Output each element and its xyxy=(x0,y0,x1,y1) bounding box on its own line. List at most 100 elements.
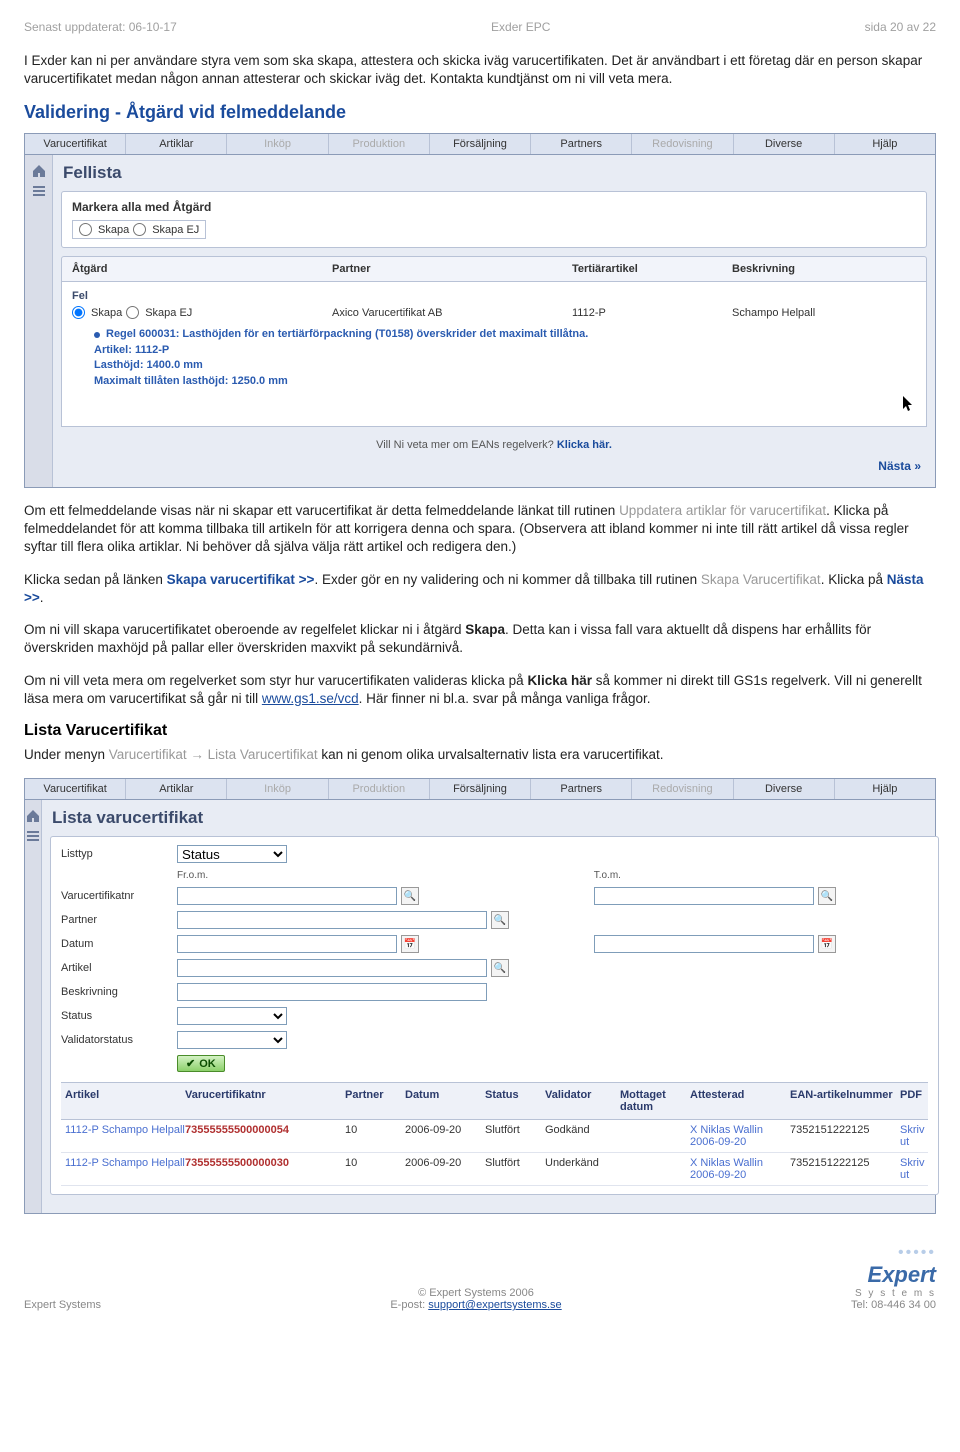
lbl-listtyp: Listtyp xyxy=(61,848,171,860)
rh-pdf[interactable]: PDF xyxy=(900,1089,924,1113)
para2: Klicka sedan på länken Skapa varucertifi… xyxy=(24,571,936,607)
list-icon[interactable] xyxy=(31,183,47,197)
input-datum-from[interactable] xyxy=(177,935,397,953)
radio-row-skapa[interactable] xyxy=(72,306,85,319)
para4: Om ni vill veta mera om regelverket som … xyxy=(24,672,936,708)
lbl-artikel: Artikel xyxy=(61,962,171,974)
input-artikel[interactable] xyxy=(177,959,487,977)
menu-hjälp[interactable]: Hjälp xyxy=(835,779,935,799)
menu-partners[interactable]: Partners xyxy=(531,134,632,154)
header-left: Senast uppdaterat: 06-10-17 xyxy=(24,20,177,34)
footer-copyright: © Expert Systems 2006 xyxy=(101,1287,851,1299)
section-validering-title: Validering - Åtgärd vid felmeddelande xyxy=(24,102,936,123)
lbl-partner: Partner xyxy=(61,914,171,926)
logo: ••••• Expert S y s t e m s xyxy=(851,1244,936,1299)
menu-diverse[interactable]: Diverse xyxy=(734,134,835,154)
menu-varucertifikat[interactable]: Varucertifikat xyxy=(25,779,126,799)
gs1-link[interactable]: www.gs1.se/vcd xyxy=(262,691,359,706)
input-vcn-from[interactable] xyxy=(177,887,397,905)
search-icon[interactable]: 🔍 xyxy=(818,887,836,905)
radio-skapa-all-label: Skapa xyxy=(98,224,129,236)
input-besk[interactable] xyxy=(177,983,487,1001)
radio-skapaej-all[interactable] xyxy=(133,223,146,236)
menu-varucertifikat[interactable]: Varucertifikat xyxy=(25,134,126,154)
home-icon[interactable] xyxy=(31,163,47,177)
intro-paragraph: I Exder kan ni per användare styra vem s… xyxy=(24,52,936,88)
fel-label: Fel xyxy=(72,290,916,302)
header-center: Exder EPC xyxy=(491,20,550,34)
menu-diverse[interactable]: Diverse xyxy=(734,779,835,799)
menu-hjälp[interactable]: Hjälp xyxy=(835,134,935,154)
cell-date: 2006-09-20 xyxy=(405,1157,485,1181)
lbl-besk: Beskrivning xyxy=(61,986,171,998)
cell-att: X Niklas Wallin 2006-09-20 xyxy=(690,1157,790,1181)
menu-redovisning: Redovisning xyxy=(632,779,733,799)
home-icon-2[interactable] xyxy=(25,808,41,822)
cell-vcn[interactable]: 73555555500000054 xyxy=(185,1124,345,1148)
cell-art[interactable]: 1112-P Schampo Helpall xyxy=(65,1124,185,1148)
search-icon[interactable]: 🔍 xyxy=(491,959,509,977)
input-vcn-to[interactable] xyxy=(594,887,814,905)
input-partner[interactable] xyxy=(177,911,487,929)
cell-date: 2006-09-20 xyxy=(405,1124,485,1148)
menu-försäljning[interactable]: Försäljning xyxy=(430,779,531,799)
footer-question: Vill Ni veta mer om EANs regelverk? xyxy=(376,439,554,451)
select-valstat[interactable] xyxy=(177,1031,287,1049)
sidebar-2 xyxy=(25,800,42,1213)
table-row: 1112-P Schampo Helpall735555555000000301… xyxy=(61,1153,928,1186)
footer-email-link[interactable]: support@expertsystems.se xyxy=(428,1299,561,1311)
ok-button[interactable]: ✔ OK xyxy=(177,1055,225,1072)
select-listtyp[interactable]: Status xyxy=(177,845,287,863)
calendar-icon[interactable]: 📅 xyxy=(818,935,836,953)
menu-försäljning[interactable]: Försäljning xyxy=(430,134,531,154)
rh-date[interactable]: Datum xyxy=(405,1089,485,1113)
col-besk: Beskrivning xyxy=(732,263,916,275)
rh-art[interactable]: Artikel xyxy=(65,1089,185,1113)
klicka-har-link[interactable]: Klicka här. xyxy=(557,439,612,451)
select-status[interactable] xyxy=(177,1007,287,1025)
cell-vcn[interactable]: 73555555500000030 xyxy=(185,1157,345,1181)
search-icon[interactable]: 🔍 xyxy=(491,911,509,929)
menu-artiklar[interactable]: Artiklar xyxy=(126,134,227,154)
rh-ean[interactable]: EAN-artikelnummer xyxy=(790,1089,900,1113)
para1: Om ett felmeddelande visas när ni skapar… xyxy=(24,502,936,557)
menu-artiklar[interactable]: Artiklar xyxy=(126,779,227,799)
header-right: sida 20 av 22 xyxy=(865,20,936,34)
cell-partner: Axico Varucertifikat AB xyxy=(332,307,572,319)
menu-partners[interactable]: Partners xyxy=(531,779,632,799)
lbl-tom: T.o.m. xyxy=(594,870,621,881)
nasta-link[interactable]: Nästa » xyxy=(61,455,927,477)
rh-ptr[interactable]: Partner xyxy=(345,1089,405,1113)
radio-skapa-all[interactable] xyxy=(79,223,92,236)
cell-pdf[interactable]: Skriv ut xyxy=(900,1124,924,1148)
panel-title-lista: Lista varucertifikat xyxy=(50,804,939,836)
cell-att: X Niklas Wallin 2006-09-20 xyxy=(690,1124,790,1148)
rh-mott[interactable]: Mottaget datum xyxy=(620,1089,690,1113)
err-max: Maximalt tillåten lasthöjd: 1250.0 mm xyxy=(94,374,916,389)
app-fellista: VarucertifikatArtiklarInköpProduktionFör… xyxy=(24,133,936,488)
cell-stat: Slutfört xyxy=(485,1157,545,1181)
cell-val: Godkänd xyxy=(545,1124,620,1148)
cell-art[interactable]: 1112-P Schampo Helpall xyxy=(65,1157,185,1181)
input-datum-to[interactable] xyxy=(594,935,814,953)
menu-produktion: Produktion xyxy=(329,134,430,154)
radio-row-skapa-label: Skapa xyxy=(91,307,122,319)
cell-ean: 7352151222125 xyxy=(790,1124,900,1148)
rh-val[interactable]: Validator xyxy=(545,1089,620,1113)
cell-pdf[interactable]: Skriv ut xyxy=(900,1157,924,1181)
radio-row-skapaej[interactable] xyxy=(126,306,139,319)
list-icon-2[interactable] xyxy=(25,828,41,842)
cursor-icon xyxy=(902,401,916,416)
app-lista: VarucertifikatArtiklarInköpProduktionFör… xyxy=(24,778,936,1214)
search-icon[interactable]: 🔍 xyxy=(401,887,419,905)
sidebar xyxy=(25,155,53,487)
rh-att[interactable]: Attesterad xyxy=(690,1089,790,1113)
rh-stat[interactable]: Status xyxy=(485,1089,545,1113)
cell-ptr: 10 xyxy=(345,1157,405,1181)
calendar-icon[interactable]: 📅 xyxy=(401,935,419,953)
rh-vcn[interactable]: Varucertifikatnr xyxy=(185,1089,345,1113)
lbl-valstat: Validatorstatus xyxy=(61,1034,171,1046)
panel-title-fellista: Fellista xyxy=(61,159,927,191)
menu-inköp: Inköp xyxy=(227,779,328,799)
footer-eprefix: E-post: xyxy=(390,1299,428,1311)
